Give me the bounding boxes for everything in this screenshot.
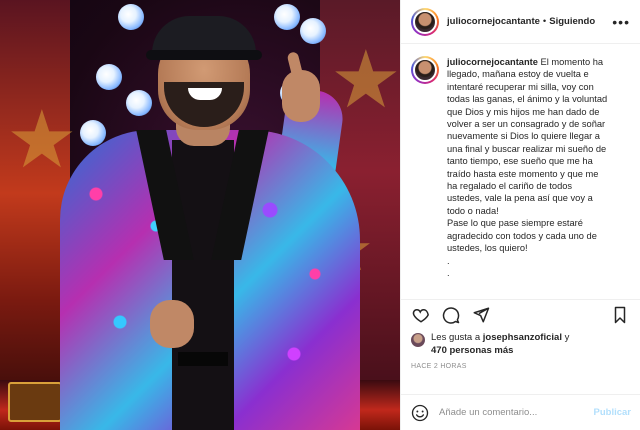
comment-button[interactable] (441, 305, 461, 325)
likes-count[interactable]: 470 personas más (431, 345, 513, 356)
caption-author-avatar[interactable] (411, 56, 439, 84)
post-actions (401, 300, 640, 330)
post-caption: juliocornejocantante El momento ha llega… (447, 56, 607, 299)
save-button[interactable] (610, 305, 630, 325)
separator-dot: • (542, 16, 547, 27)
share-button[interactable] (471, 305, 491, 325)
caption-line: ustedes, vale la pena así que voy a (447, 193, 593, 204)
post-side-panel: juliocornejocantante • Siguiendo ••• jul… (400, 0, 640, 430)
comment-icon (442, 307, 460, 324)
performer (60, 0, 370, 430)
likes-text: Les gusta a josephsanzoficial y 470 pers… (431, 332, 569, 357)
caption-line: ha regalado el cariño de todos (447, 181, 573, 192)
caption-line: que Dios y mis hijos me han dado de (447, 106, 600, 117)
likes-connector: y (564, 332, 570, 343)
caption-line: volver a ser un consagrado y de soñar (447, 119, 606, 130)
post-timestamp[interactable]: Hace 2 horas (401, 357, 640, 370)
caption-text: El momento ha (540, 57, 604, 67)
post-header: juliocornejocantante • Siguiendo ••• (401, 0, 640, 44)
caption-line: . (447, 267, 450, 278)
caption-line-1: juliocornejocantante El momento ha (447, 57, 603, 67)
comment-composer: Publicar (401, 394, 640, 430)
smiley-icon[interactable] (411, 404, 429, 422)
belt (178, 352, 228, 366)
caption-section: juliocornejocantante El momento ha llega… (401, 44, 640, 300)
caption-line: una final y buscar realizar mi sueño de (447, 143, 607, 154)
caption-line: Pase lo que pase siempre estaré (447, 218, 583, 229)
caption-line: intentaré recuperar mi silla, voy con (447, 81, 594, 92)
likes-summary: Les gusta a josephsanzoficial y 470 pers… (401, 330, 640, 357)
liker-avatar[interactable] (411, 333, 425, 347)
share-icon (473, 307, 490, 323)
cap-brim (146, 50, 262, 60)
instagram-post: ★ ★ ★ (0, 0, 640, 430)
bookmark-icon (614, 306, 626, 324)
post-photo[interactable]: ★ ★ ★ (0, 0, 400, 430)
author-username[interactable]: juliocornejocantante (447, 16, 540, 27)
caption-line: agradecido con todos y cada uno de (447, 230, 597, 241)
likes-prefix: Les gusta a (431, 332, 481, 343)
caption-line: . (447, 255, 450, 266)
caption-line: llegado, mañana estoy de vuelta e (447, 69, 589, 80)
like-button[interactable] (411, 305, 431, 325)
caption-line: ustedes, los quiero! (447, 243, 528, 254)
black-shirt (172, 140, 234, 430)
caption-line: nuevamente si Dios lo quiere llegar a (447, 131, 600, 142)
avatar-image (413, 9, 437, 34)
publish-button[interactable]: Publicar (594, 407, 632, 418)
caption-line: todo o nada! (447, 205, 499, 216)
following-button[interactable]: Siguiendo (549, 16, 595, 27)
caption-username[interactable]: juliocornejocantante (447, 57, 538, 67)
caption-line: todas las ganas, el ánimo y la voluntad (447, 94, 608, 105)
caption-line: traído hasta este momento y que me (447, 168, 599, 179)
caption-line: tanto tiempo, ese sueño que me ha (447, 156, 593, 167)
avatar-image (413, 58, 437, 82)
fist (150, 300, 194, 348)
heart-icon (412, 308, 429, 323)
comment-input[interactable] (439, 407, 594, 418)
more-options-icon[interactable]: ••• (612, 15, 630, 29)
stage-prop (8, 382, 62, 422)
author-avatar[interactable] (411, 7, 439, 36)
liker-username[interactable]: josephsanzoficial (483, 332, 562, 343)
